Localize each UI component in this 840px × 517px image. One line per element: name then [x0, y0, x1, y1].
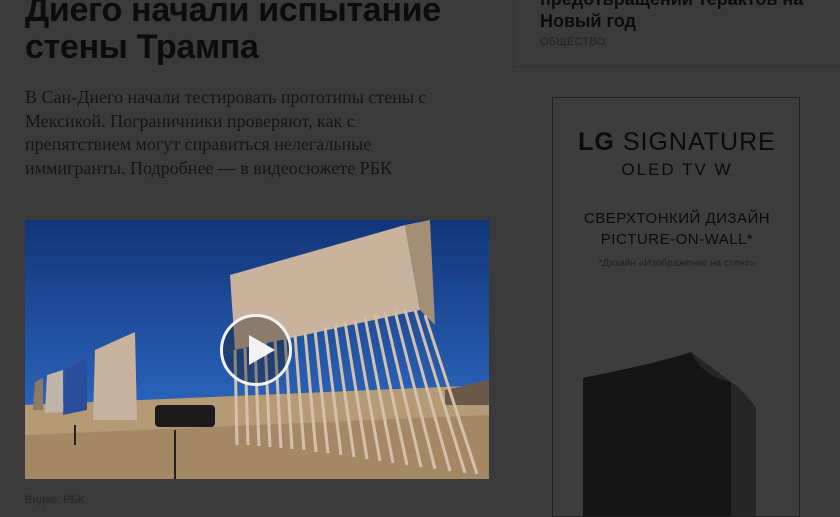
ad-headline: СВЕРХТОНКИЙ ДИЗАЙН PICTURE-ON-WALL* [553, 208, 799, 250]
sidebar-separator [513, 66, 840, 67]
related-news-title[interactable]: предотвращении терактов на Новый год [540, 0, 840, 32]
video-caption: Видео: РБК [25, 494, 85, 506]
play-icon[interactable] [220, 314, 292, 386]
ad-headline-line1: СВЕРХТОНКИЙ ДИЗАЙН [583, 210, 771, 227]
article-headline: Диего начали испытание стены Трампа [25, 0, 441, 66]
related-news-tag[interactable]: ОБЩЕСТВО [540, 36, 606, 48]
tv-product-image [583, 352, 756, 516]
advertisement-banner[interactable]: LG SIGNATURE OLED TV W СВЕРХТОНКИЙ ДИЗАЙ… [552, 97, 800, 517]
ad-headline-line2: PICTURE-ON-WALL* [600, 231, 754, 248]
ad-brand-lg: LG [578, 128, 615, 156]
ad-brand-signature: SIGNATURE [622, 128, 776, 156]
ad-subbrand: OLED TV W [621, 160, 733, 179]
ad-brand: LG SIGNATURE [553, 128, 799, 157]
sidebar-divider [513, 0, 514, 72]
ad-footnote: *Дизайн «Изображение на стене» [598, 258, 756, 269]
article-lede: В Сан-Диего начали тестировать прототипы… [25, 87, 427, 178]
